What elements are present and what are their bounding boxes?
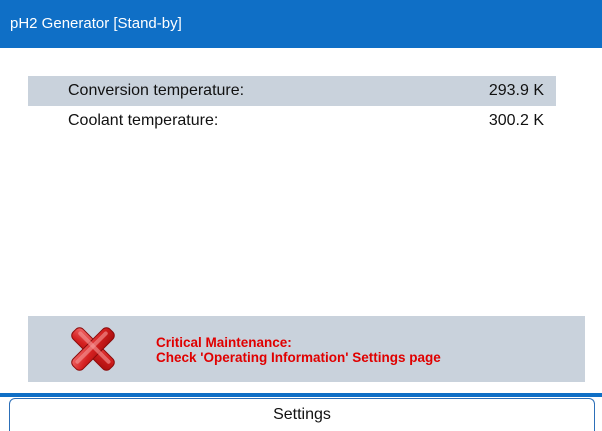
reading-value: 300.2 K [488,112,544,129]
page-title: pH2 Generator [Stand-by] [10,15,182,32]
alert-line-1: Critical Maintenance: [156,335,292,350]
screen: pH2 Generator [Stand-by] Conversion temp… [0,0,602,431]
alert-line-2: Check 'Operating Information' Settings p… [156,350,441,365]
settings-button[interactable]: Settings [9,398,595,431]
readings-list: Conversion temperature: 293.9 K Coolant … [28,76,556,136]
red-x-icon [68,324,118,374]
reading-label: Conversion temperature: [68,82,245,99]
reading-row-conversion-temperature: Conversion temperature: 293.9 K [28,76,556,106]
footer-separator [0,393,602,397]
title-bar: pH2 Generator [Stand-by] [0,0,602,48]
reading-value: 293.9 K [488,82,544,99]
reading-row-coolant-temperature: Coolant temperature: 300.2 K [28,106,556,136]
critical-maintenance-alert: Critical Maintenance: Check 'Operating I… [28,316,585,382]
reading-label: Coolant temperature: [68,112,219,129]
alert-message: Critical Maintenance: Check 'Operating I… [156,335,441,365]
